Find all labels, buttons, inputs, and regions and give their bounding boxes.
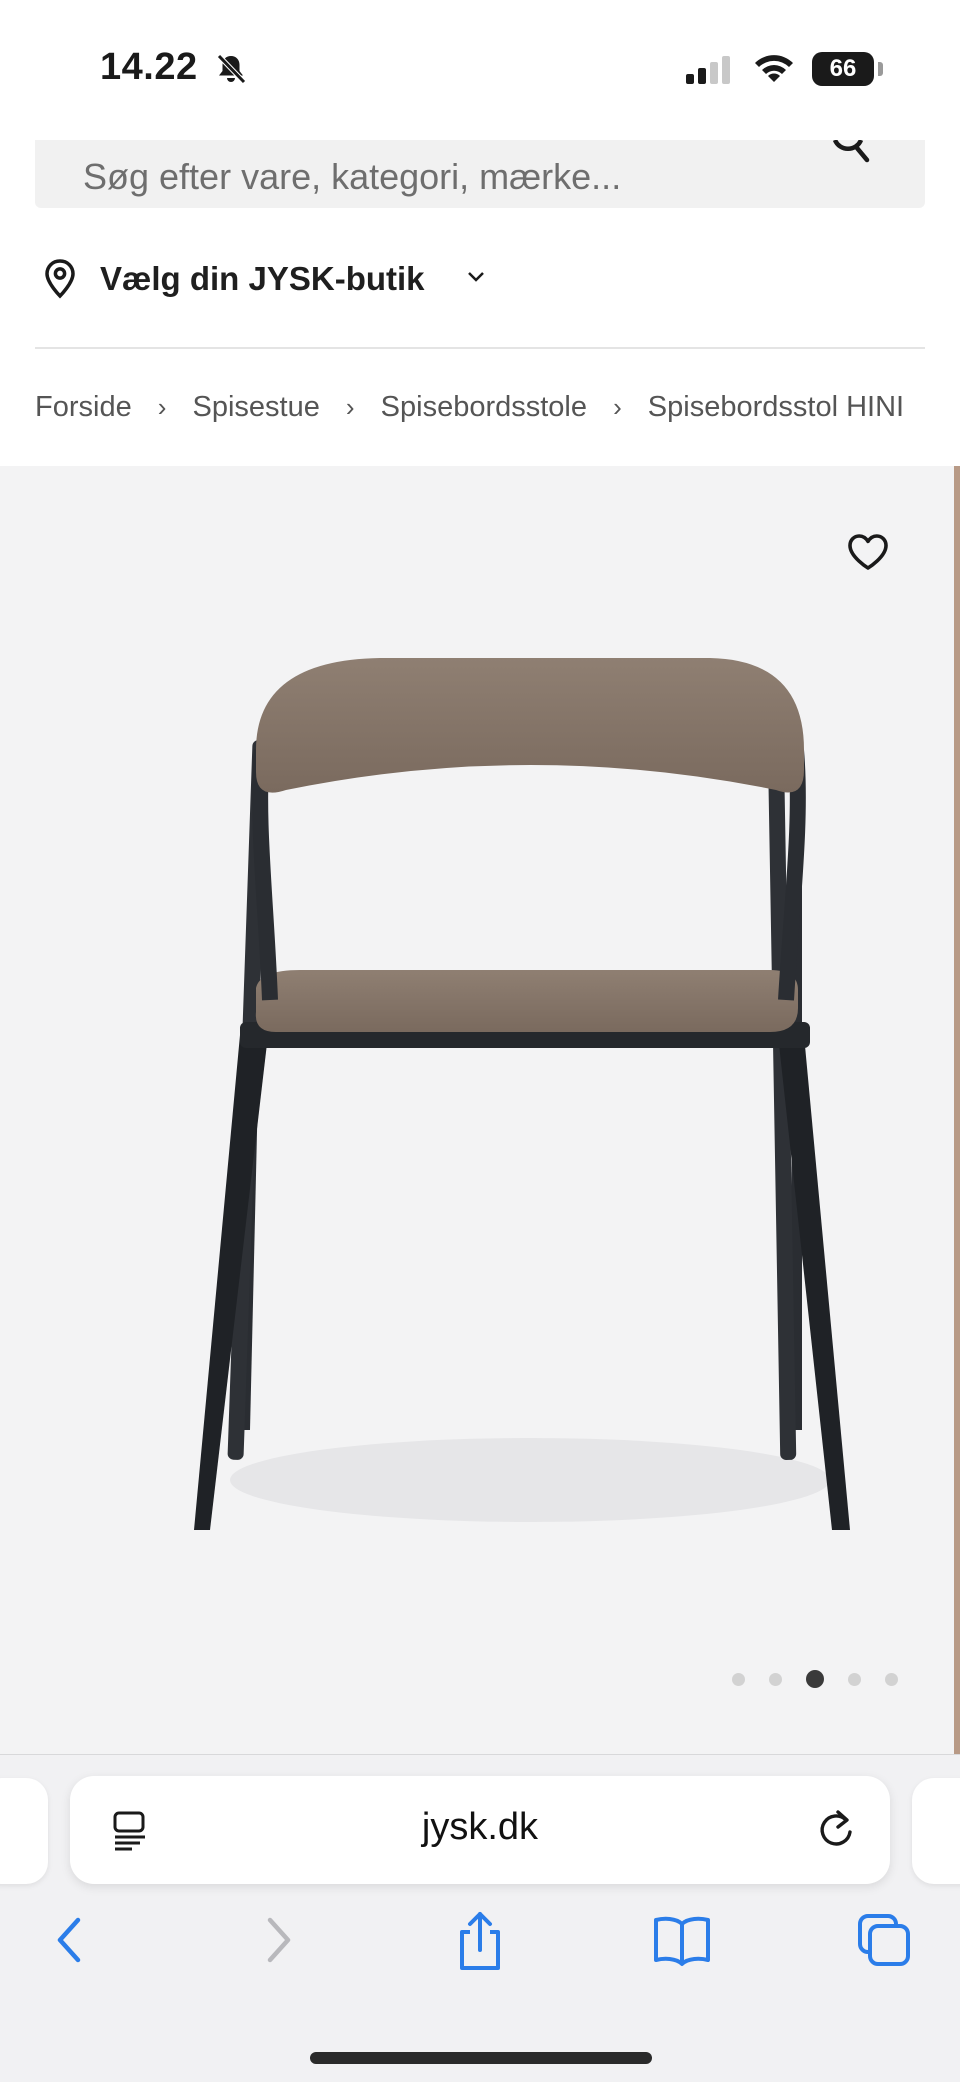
wifi-icon <box>752 52 796 91</box>
chevron-right-icon: › <box>613 391 622 422</box>
tabs-icon[interactable] <box>854 1910 914 1975</box>
heart-icon[interactable] <box>846 532 890 577</box>
search-input[interactable]: Søg efter vare, kategori, mærke... <box>35 138 925 208</box>
status-time: 14.22 <box>100 46 198 88</box>
reload-icon[interactable] <box>816 1808 856 1855</box>
gallery-pagination[interactable] <box>732 1670 922 1690</box>
gallery-dot-active[interactable] <box>806 1670 824 1688</box>
store-selector[interactable]: Vælg din JYSK-butik <box>38 254 638 306</box>
browser-nav <box>0 1910 960 1990</box>
gallery-dot[interactable] <box>885 1672 898 1686</box>
address-bar[interactable]: jysk.dk <box>70 1776 890 1884</box>
chevron-right-icon: › <box>345 391 355 422</box>
breadcrumb-item-forside[interactable]: Forside <box>35 391 132 424</box>
battery-tip <box>878 62 883 76</box>
store-label: Vælg din JYSK-butik <box>100 260 425 297</box>
search-placeholder: Søg efter vare, kategori, mærke... <box>83 156 622 197</box>
url-text[interactable]: jysk.dk <box>70 1806 890 1849</box>
breadcrumb-item-current[interactable]: Spisebordsstol HINI <box>648 391 904 424</box>
back-icon[interactable] <box>50 1910 90 1975</box>
next-image-peek <box>954 466 960 1754</box>
chevron-right-icon: › <box>157 391 167 422</box>
battery-icon: 66 <box>812 52 874 86</box>
search-icon[interactable] <box>827 138 875 179</box>
bell-slash-icon <box>214 52 248 91</box>
breadcrumb: Forside › Spisestue › Spisebordsstole › … <box>35 390 925 434</box>
next-tab-preview[interactable] <box>912 1778 960 1884</box>
bookmarks-icon[interactable] <box>650 1910 714 1975</box>
product-image <box>170 640 860 1545</box>
share-icon[interactable] <box>454 1910 506 1977</box>
gallery-dot[interactable] <box>769 1672 782 1686</box>
divider <box>35 347 925 349</box>
breadcrumb-item-spisestue[interactable]: Spisestue <box>193 391 320 424</box>
gallery-dot[interactable] <box>848 1672 861 1686</box>
status-bar: 14.22 66 <box>0 0 960 140</box>
chevron-down-icon <box>466 270 486 289</box>
forward-icon[interactable] <box>258 1910 298 1975</box>
gallery-dot[interactable] <box>732 1672 745 1686</box>
location-pin-icon <box>42 258 78 305</box>
breadcrumb-item-spisebordsstole[interactable]: Spisebordsstole <box>381 391 587 424</box>
home-indicator[interactable] <box>310 2052 652 2064</box>
previous-tab-preview[interactable] <box>0 1778 48 1884</box>
signal-icon <box>686 56 736 89</box>
